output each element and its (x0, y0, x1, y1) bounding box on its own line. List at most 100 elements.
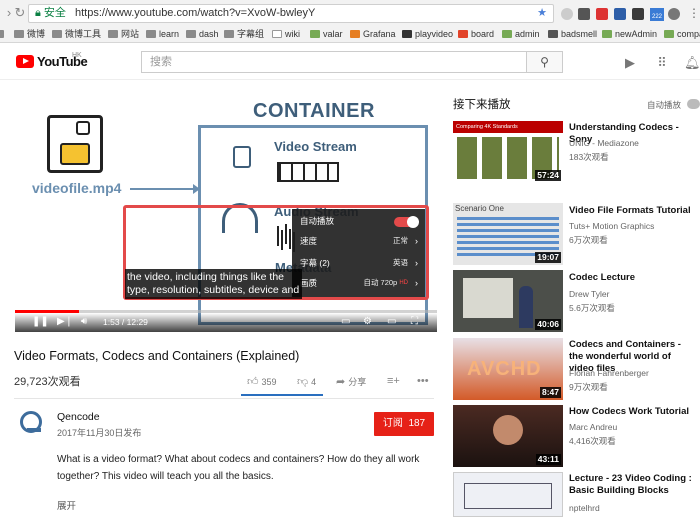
video-thumbnail[interactable]: 43:11 (453, 405, 563, 467)
address-bar[interactable]: 🔒︎ 安全 https://www.youtube.com/watch?v=Xv… (28, 4, 554, 23)
pause-icon[interactable]: ❚❚ (32, 316, 49, 328)
menu-item-autoplay[interactable]: 自动播放 (300, 213, 419, 229)
extension-icon[interactable] (561, 8, 573, 20)
extension-icon[interactable] (614, 8, 626, 20)
quality-value: 自动 720p HD (363, 278, 408, 287)
theater-mode-icon[interactable]: ▭ (387, 316, 396, 328)
channel-name: Florian Fahrenberger (569, 368, 649, 378)
more-button[interactable]: ••• (417, 375, 432, 387)
time-display: 1:53 / 12:29 (103, 317, 148, 327)
subscribe-button[interactable]: 订阅 187 (374, 412, 434, 436)
thumbs-down-icon: 👎︎ (297, 376, 309, 388)
view-count: 6万次观看 (569, 235, 608, 245)
bookmark[interactable]: learn (146, 28, 179, 40)
video-thumbnail[interactable]: AVCHD 8:47 (453, 338, 563, 400)
chevron-right-icon: › (415, 278, 418, 288)
search-icon: ⚲ (540, 55, 549, 69)
caption-line: type, resolution, subtitles, device and (127, 284, 300, 296)
video-title-link[interactable]: How Codecs Work Tutorial (569, 406, 697, 418)
youtube-logo-icon[interactable] (16, 55, 34, 68)
channel-name[interactable]: Qencode (57, 411, 100, 423)
menu-item-speed[interactable]: 速度 正常 › (300, 233, 418, 249)
bookmark[interactable]: 微博工具 (52, 28, 101, 40)
add-to-playlist-button[interactable]: ≡+ (387, 375, 403, 387)
bookmark[interactable]: playvideo (402, 28, 453, 40)
lock-icon: 🔒︎ (35, 7, 41, 19)
menu-item-subtitles[interactable]: 字幕 (2) 英语 › (300, 255, 418, 271)
pocket-icon[interactable] (578, 8, 590, 20)
video-title-link[interactable]: Codec Lecture (569, 272, 697, 284)
share-icon: ➦ (336, 376, 346, 388)
search-input[interactable]: 搜索 (141, 51, 527, 73)
share-button[interactable]: ➦ 分享 (336, 375, 366, 388)
bookmark[interactable]: 微博 (14, 28, 45, 40)
search-button[interactable]: ⚲ (527, 51, 563, 73)
autoplay-toggle[interactable] (687, 99, 700, 109)
channel-name: Drew Tyler (569, 289, 610, 299)
video-player[interactable]: CONTAINER videofile.mp4 Video Stream Aud… (15, 88, 437, 332)
apps-icon[interactable]: ⠿ (654, 56, 670, 70)
bookmark[interactable]: newAdmin (602, 28, 657, 40)
bookmark[interactable]: wiki (272, 28, 300, 40)
bookmark[interactable]: valar (310, 28, 343, 40)
slide-title: CONTAINER (253, 100, 375, 122)
duration-badge: 40:06 (535, 319, 561, 330)
thumbs-up-icon: 👍︎ (247, 376, 259, 388)
channel-name: nptelhrd (569, 503, 600, 513)
video-camera-icon (233, 146, 251, 168)
video-thumbnail[interactable]: Scenario One 19:07 (453, 203, 563, 265)
speed-value: 正常 (393, 236, 408, 245)
url-text: https://www.youtube.com/watch?v=XvoW-bwl… (74, 7, 316, 19)
gmail-icon[interactable] (596, 8, 608, 20)
menu-icon[interactable]: ⋮ (688, 6, 700, 20)
reload-icon[interactable]: ↻ (13, 6, 27, 20)
arrow-icon (130, 184, 200, 194)
bookmark[interactable]: admin (502, 28, 540, 40)
video-thumbnail[interactable] (453, 472, 563, 517)
secure-label: 安全 (43, 7, 66, 19)
channel-name: Tuts+ Motion Graphics (569, 221, 655, 231)
bookmark[interactable]: Grafana (350, 28, 396, 40)
bookmark[interactable]: 字幕组 (224, 28, 264, 40)
next-icon[interactable]: ▶❘ (57, 316, 73, 328)
view-count: 9万次观看 (569, 382, 608, 392)
bookmark[interactable] (0, 28, 7, 40)
duration-badge: 43:11 (535, 454, 561, 465)
playlist-add-icon: ≡+ (387, 375, 400, 387)
divider (14, 398, 434, 399)
bookmark[interactable]: compa (664, 28, 700, 40)
extension-icon[interactable] (668, 8, 680, 20)
floppy-disk-icon (47, 115, 103, 173)
video-title-link[interactable]: Video File Formats Tutorial (569, 205, 697, 217)
star-icon[interactable]: ★ (537, 5, 547, 22)
subtitles-icon[interactable]: ▭ (341, 316, 350, 328)
bookmark[interactable]: dash (186, 28, 219, 40)
duration-badge: 8:47 (539, 387, 561, 398)
bookmarks-bar: 微博 微博工具 网站 learn dash 字幕组 wiki valar Gra… (0, 25, 700, 43)
show-more-button[interactable]: 展开 (57, 498, 76, 512)
notifications-icon[interactable]: 🔔︎ (684, 56, 700, 70)
badge-icon[interactable]: 222 (650, 8, 664, 21)
bookmark[interactable]: 网站 (108, 28, 139, 40)
autoplay-toggle[interactable] (394, 216, 419, 228)
like-button[interactable]: 👍︎ 359 (247, 375, 277, 388)
upload-icon[interactable]: ▶ (622, 56, 638, 70)
video-thumbnail[interactable]: Comparing 4K Standards 57:24 (453, 121, 563, 183)
video-title-link[interactable]: Lecture - 23 Video Coding : Basic Buildi… (569, 473, 697, 497)
volume-icon[interactable]: 🔊︎ (81, 316, 87, 328)
captions-overlay: the video, including things like the typ… (125, 269, 302, 299)
channel-avatar[interactable] (20, 411, 42, 433)
menu-item-quality[interactable]: 画质 自动 720p HD › (300, 275, 418, 291)
extension-icon[interactable] (632, 8, 644, 20)
video-thumbnail[interactable]: 40:06 (453, 270, 563, 332)
fullscreen-icon[interactable]: ⛶ (411, 316, 418, 328)
channel-name: UNIC - Mediazone (569, 138, 639, 148)
autoplay-label: 自动播放 (647, 100, 682, 110)
settings-menu[interactable]: 自动播放 速度 正常 › 字幕 (2) 英语 › 画质 自动 720p HD › (292, 209, 425, 297)
region-label: HK (72, 52, 82, 59)
settings-gear-icon[interactable]: ⚙ (363, 316, 372, 328)
caption-line: the video, including things like the (127, 271, 285, 283)
bookmark[interactable]: board (458, 28, 494, 40)
dislike-button[interactable]: 👎︎ 4 (297, 375, 316, 388)
bookmark[interactable]: badsmell (548, 28, 597, 40)
